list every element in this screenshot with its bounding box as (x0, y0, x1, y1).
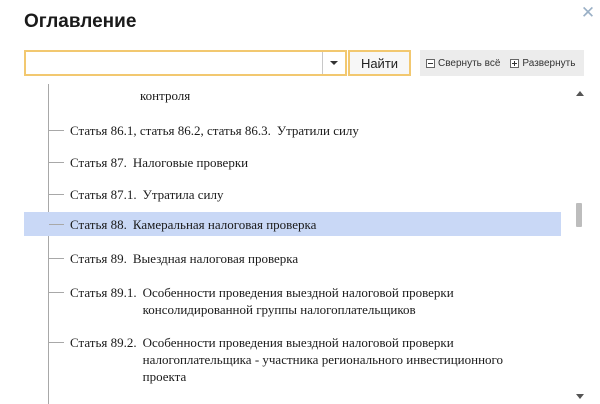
tree-item-number: Статья 89.1. (70, 285, 137, 300)
tree-item[interactable]: Статья 89.2. Особенности проведения выезд… (24, 330, 561, 388)
search-combobox (24, 50, 347, 76)
search-input[interactable] (26, 52, 322, 74)
tree-item-number: Статья 89. (70, 251, 127, 266)
tree-toolbar: Свернуть всё Развернуть (420, 50, 584, 76)
tree-item-partial[interactable]: контроля (140, 87, 190, 104)
tree-item-title: Особенности проведения выездной налогово… (142, 285, 454, 300)
tree-item[interactable]: Статья 89. Выездная налоговая проверка (24, 246, 561, 272)
tree-item-number: Статья 88. (70, 217, 127, 232)
expand-label: Развернуть (522, 57, 576, 69)
collapse-all-label: Свернуть всё (438, 57, 501, 69)
tree-item-title: Выездная налоговая проверка (132, 251, 299, 266)
find-button[interactable]: Найти (348, 50, 411, 76)
tree-item-number: Статья 87.1. (70, 187, 137, 202)
expand-button[interactable]: Развернуть (510, 58, 575, 69)
tree-item-title: Камеральная налоговая проверка (132, 217, 317, 232)
toc-dialog: Оглавление ✕ Найти Свернуть всё Разверну… (0, 0, 600, 404)
tree-branch-line (49, 224, 64, 225)
tree-branch-line (49, 292, 64, 293)
expand-icon (510, 58, 520, 68)
tree-item-title: проекта (142, 369, 187, 384)
tree-item[interactable]: Статья 87. Налоговые проверки (24, 150, 561, 176)
tree-item-title: Утратили силу (276, 123, 359, 138)
collapse-icon (426, 58, 435, 68)
tree-item[interactable]: Статья 86.1, статья 86.2, статья 86.3. Ут… (24, 118, 561, 144)
tree-item-number: Статья 86.1, статья 86.2, статья 86.3. (70, 123, 271, 138)
tree-branch-line (49, 194, 64, 195)
tree-item-title: налогоплательщика - участника региональн… (142, 352, 504, 367)
toc-tree: контроля Статья 86.1, статья 86.2, стать… (24, 84, 562, 404)
scrollbar-thumb[interactable] (576, 203, 582, 227)
collapse-all-button[interactable]: Свернуть всё (426, 58, 500, 69)
tree-branch-line (49, 130, 64, 131)
close-icon[interactable]: ✕ (580, 5, 596, 22)
scroll-down-arrow-icon[interactable] (576, 394, 584, 399)
tree-item-title: Налоговые проверки (132, 155, 249, 170)
tree-item[interactable]: Статья 88. Камеральная налоговая проверка (24, 212, 561, 236)
tree-scrollbar[interactable] (573, 88, 585, 404)
search-dropdown-button[interactable] (322, 52, 345, 74)
scroll-up-arrow-icon[interactable] (576, 91, 584, 96)
tree-branch-line (49, 342, 64, 343)
tree-item-number: Статья 89.2. (70, 335, 137, 350)
tree-item[interactable]: Статья 89.1. Особенности проведения выезд… (24, 280, 561, 320)
tree-branch-line (49, 258, 64, 259)
dialog-title: Оглавление (24, 11, 137, 32)
tree-item-title: Особенности проведения выездной налогово… (142, 335, 454, 350)
tree-item[interactable]: Статья 87.1. Утратила силу (24, 182, 561, 208)
tree-item-number: Статья 87. (70, 155, 127, 170)
tree-item-title: консолидированной группы налогоплательщи… (142, 302, 416, 317)
tree-branch-line (49, 162, 64, 163)
chevron-down-icon (330, 61, 338, 65)
tree-item-title: Утратила силу (142, 187, 224, 202)
